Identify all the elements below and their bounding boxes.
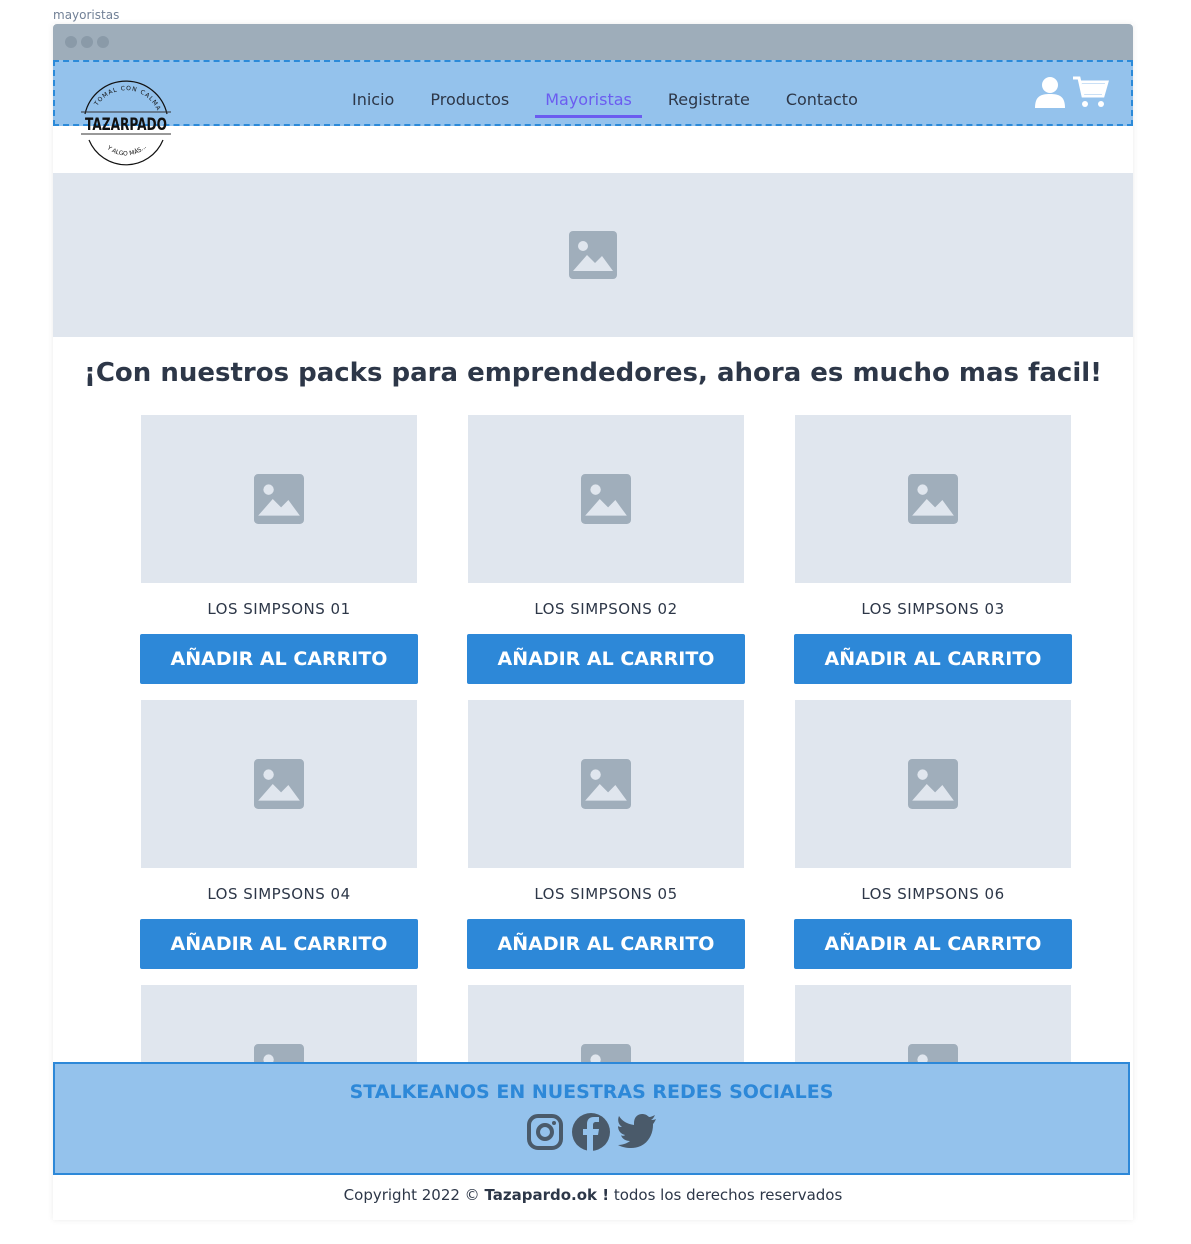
svg-text:Y ALGO MÁS...: Y ALGO MÁS... xyxy=(105,143,148,157)
product-name: LOS SIMPSONS 01 xyxy=(207,600,351,618)
copyright: Copyright 2022 © Tazapardo.ok ! todos lo… xyxy=(53,1186,1133,1204)
product-image[interactable] xyxy=(141,415,417,583)
product-name: LOS SIMPSONS 04 xyxy=(207,885,351,903)
nav-contacto[interactable]: Contacto xyxy=(786,90,858,118)
image-placeholder-icon xyxy=(908,474,958,524)
product-card: LOS SIMPSONS 06 AÑADIR AL CARRITO xyxy=(794,700,1072,969)
product-name: LOS SIMPSONS 02 xyxy=(534,600,678,618)
product-image[interactable] xyxy=(141,700,417,868)
product-name: LOS SIMPSONS 03 xyxy=(861,600,1005,618)
product-grid: LOS SIMPSONS 01 AÑADIR AL CARRITO LOS SIMP… xyxy=(140,415,1072,1153)
instagram-icon[interactable] xyxy=(526,1113,564,1151)
hero-banner xyxy=(53,173,1133,337)
brand-link[interactable]: Tazapardo.ok ! xyxy=(484,1186,609,1204)
product-image[interactable] xyxy=(468,700,744,868)
window-dot xyxy=(65,36,77,48)
svg-text:TAZARPADO: TAZARPADO xyxy=(85,115,167,135)
add-to-cart-button[interactable]: AÑADIR AL CARRITO xyxy=(794,919,1072,969)
window-dot xyxy=(97,36,109,48)
add-to-cart-button[interactable]: AÑADIR AL CARRITO xyxy=(140,634,418,684)
main-menu: Inicio Productos Mayoristas Registrate C… xyxy=(352,90,858,118)
image-placeholder-icon xyxy=(581,759,631,809)
product-image[interactable] xyxy=(468,415,744,583)
image-placeholder-icon xyxy=(254,759,304,809)
title-bar xyxy=(53,24,1133,60)
product-card: LOS SIMPSONS 02 AÑADIR AL CARRITO xyxy=(467,415,745,684)
add-to-cart-button[interactable]: AÑADIR AL CARRITO xyxy=(794,634,1072,684)
nav-productos[interactable]: Productos xyxy=(430,90,509,118)
cart-icon[interactable] xyxy=(1073,76,1109,108)
user-icon[interactable] xyxy=(1035,76,1065,108)
page-heading: ¡Con nuestros packs para emprendedores, … xyxy=(83,358,1103,388)
product-name: LOS SIMPSONS 06 xyxy=(861,885,1005,903)
social-title: STALKEANOS EN NUESTRAS REDES SOCIALES xyxy=(349,1081,834,1103)
product-image[interactable] xyxy=(795,415,1071,583)
product-card: LOS SIMPSONS 01 AÑADIR AL CARRITO xyxy=(140,415,418,684)
product-name: LOS SIMPSONS 05 xyxy=(534,885,678,903)
facebook-icon[interactable] xyxy=(571,1113,610,1151)
nav-mayoristas[interactable]: Mayoristas xyxy=(535,90,642,118)
copyright-text: Copyright 2022 © xyxy=(343,1186,485,1204)
image-placeholder-icon xyxy=(908,759,958,809)
add-to-cart-button[interactable]: AÑADIR AL CARRITO xyxy=(140,919,418,969)
product-image[interactable] xyxy=(795,700,1071,868)
add-to-cart-button[interactable]: AÑADIR AL CARRITO xyxy=(467,634,745,684)
window-dot xyxy=(81,36,93,48)
product-card: LOS SIMPSONS 04 AÑADIR AL CARRITO xyxy=(140,700,418,969)
nav-registrate[interactable]: Registrate xyxy=(668,90,750,118)
nav-inicio[interactable]: Inicio xyxy=(352,90,394,118)
product-card: LOS SIMPSONS 05 AÑADIR AL CARRITO xyxy=(467,700,745,969)
logo[interactable]: TOMAL CON CALMA Y ALGO MÁS... TAZARPADO xyxy=(79,78,173,172)
image-placeholder-icon xyxy=(569,231,617,279)
twitter-icon[interactable] xyxy=(617,1113,658,1149)
copyright-suffix: todos los derechos reservados xyxy=(609,1186,843,1204)
image-placeholder-icon xyxy=(581,474,631,524)
product-card: LOS SIMPSONS 03 AÑADIR AL CARRITO xyxy=(794,415,1072,684)
footer-social: STALKEANOS EN NUESTRAS REDES SOCIALES xyxy=(53,1062,1130,1175)
browser-frame: TOMAL CON CALMA Y ALGO MÁS... TAZARPADO … xyxy=(53,24,1133,1220)
page-name: mayoristas xyxy=(53,8,120,22)
image-placeholder-icon xyxy=(254,474,304,524)
add-to-cart-button[interactable]: AÑADIR AL CARRITO xyxy=(467,919,745,969)
